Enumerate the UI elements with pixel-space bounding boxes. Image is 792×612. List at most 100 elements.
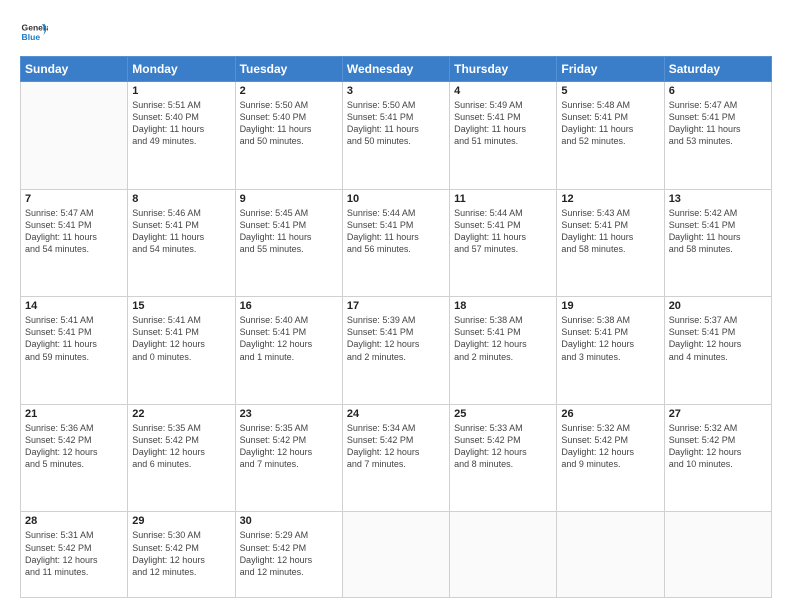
day-info-line: Daylight: 12 hours xyxy=(132,446,230,458)
day-info-line: Sunrise: 5:38 AM xyxy=(454,314,552,326)
calendar-cell: 29 Sunrise: 5:30 AMSunset: 5:42 PMDayligh… xyxy=(128,512,235,598)
calendar-cell: 23Sunrise: 5:35 AMSunset: 5:42 PMDayligh… xyxy=(235,404,342,512)
calendar-cell: 12Sunrise: 5:43 AMSunset: 5:41 PMDayligh… xyxy=(557,189,664,297)
day-info-line: Sunrise: 5:47 AM xyxy=(25,207,123,219)
day-info: Sunrise: 5:42 AMSunset: 5:41 PMDaylight:… xyxy=(669,207,767,256)
day-info-line: and 0 minutes. xyxy=(132,351,230,363)
day-info-line: Daylight: 12 hours xyxy=(347,338,445,350)
day-info-line: Sunset: 5:41 PM xyxy=(25,219,123,231)
day-info-line: Sunset: 5:42 PM xyxy=(347,434,445,446)
col-header-monday: Monday xyxy=(128,57,235,82)
calendar-cell: 14Sunrise: 5:41 AMSunset: 5:41 PMDayligh… xyxy=(21,297,128,405)
calendar-cell: 28Sunrise: 5:31 AMSunset: 5:42 PMDayligh… xyxy=(21,512,128,598)
day-info-line: Sunset: 5:42 PM xyxy=(561,434,659,446)
day-info-line: and 4 minutes. xyxy=(669,351,767,363)
day-info-line: and 54 minutes. xyxy=(132,243,230,255)
day-number: 19 xyxy=(561,300,659,312)
day-info-line: Daylight: 11 hours xyxy=(240,123,338,135)
calendar-cell: 15Sunrise: 5:41 AMSunset: 5:41 PMDayligh… xyxy=(128,297,235,405)
calendar-cell: 13Sunrise: 5:42 AMSunset: 5:41 PMDayligh… xyxy=(664,189,771,297)
day-info-line: Daylight: 12 hours xyxy=(669,446,767,458)
day-number: 10 xyxy=(347,193,445,205)
header: General Blue xyxy=(20,18,772,46)
day-info-line: Sunrise: 5:32 AM xyxy=(669,422,767,434)
calendar-cell: 26Sunrise: 5:32 AMSunset: 5:42 PMDayligh… xyxy=(557,404,664,512)
logo: General Blue xyxy=(20,18,52,46)
day-info-line: and 52 minutes. xyxy=(561,135,659,147)
calendar-cell xyxy=(664,512,771,598)
day-number: 20 xyxy=(669,300,767,312)
day-info: Sunrise: 5:49 AMSunset: 5:41 PMDaylight:… xyxy=(454,99,552,148)
day-number: 24 xyxy=(347,408,445,420)
day-info-line: Sunset: 5:41 PM xyxy=(347,219,445,231)
day-info-line: and 8 minutes. xyxy=(454,458,552,470)
calendar-cell: 1Sunrise: 5:51 AMSunset: 5:40 PMDaylight… xyxy=(128,82,235,190)
day-info-line: Sunrise: 5:43 AM xyxy=(561,207,659,219)
day-info: Sunrise: 5:47 AMSunset: 5:41 PMDaylight:… xyxy=(25,207,123,256)
week-row-4: 21Sunrise: 5:36 AMSunset: 5:42 PMDayligh… xyxy=(21,404,772,512)
day-info-line: Sunrise: 5:34 AM xyxy=(347,422,445,434)
calendar-cell: 3Sunrise: 5:50 AMSunset: 5:41 PMDaylight… xyxy=(342,82,449,190)
calendar-cell xyxy=(557,512,664,598)
calendar-cell: 2Sunrise: 5:50 AMSunset: 5:40 PMDaylight… xyxy=(235,82,342,190)
day-info-line: Daylight: 11 hours xyxy=(454,231,552,243)
day-info: Sunrise: 5:29 AMSunset: 5:42 PMDaylight:… xyxy=(240,529,338,578)
day-info-line: and 50 minutes. xyxy=(347,135,445,147)
day-info: Sunrise: 5:35 AMSunset: 5:42 PMDaylight:… xyxy=(240,422,338,471)
calendar-table: SundayMondayTuesdayWednesdayThursdayFrid… xyxy=(20,56,772,598)
day-info: Sunrise: 5:34 AMSunset: 5:42 PMDaylight:… xyxy=(347,422,445,471)
day-info-line: and 2 minutes. xyxy=(454,351,552,363)
day-info: Sunrise: 5:51 AMSunset: 5:40 PMDaylight:… xyxy=(132,99,230,148)
day-number: 16 xyxy=(240,300,338,312)
day-info: Sunrise: 5:33 AMSunset: 5:42 PMDaylight:… xyxy=(454,422,552,471)
day-info: Sunrise: 5:44 AMSunset: 5:41 PMDaylight:… xyxy=(347,207,445,256)
day-info: Sunrise: 5:48 AMSunset: 5:41 PMDaylight:… xyxy=(561,99,659,148)
day-info: Sunrise: 5:31 AMSunset: 5:42 PMDaylight:… xyxy=(25,529,123,578)
day-info-line: Daylight: 12 hours xyxy=(25,554,123,566)
day-info: Sunrise: 5:36 AMSunset: 5:42 PMDaylight:… xyxy=(25,422,123,471)
calendar-cell: 19Sunrise: 5:38 AMSunset: 5:41 PMDayligh… xyxy=(557,297,664,405)
day-info-line: Sunrise: 5:37 AM xyxy=(669,314,767,326)
day-info-line: Sunrise: 5:44 AM xyxy=(347,207,445,219)
day-info-line: Daylight: 11 hours xyxy=(240,231,338,243)
day-info-line: Sunset: 5:41 PM xyxy=(132,219,230,231)
calendar-cell: 17Sunrise: 5:39 AMSunset: 5:41 PMDayligh… xyxy=(342,297,449,405)
day-number: 29 xyxy=(132,515,230,527)
day-info-line: Sunset: 5:42 PM xyxy=(240,542,338,554)
day-info-line: Daylight: 11 hours xyxy=(669,231,767,243)
day-info-line: Sunrise: 5:41 AM xyxy=(25,314,123,326)
day-number: 22 xyxy=(132,408,230,420)
day-info: Sunrise: 5:47 AMSunset: 5:41 PMDaylight:… xyxy=(669,99,767,148)
day-number: 11 xyxy=(454,193,552,205)
day-info: Sunrise: 5:41 AMSunset: 5:41 PMDaylight:… xyxy=(25,314,123,363)
day-info-line: Sunset: 5:42 PM xyxy=(669,434,767,446)
day-info-line: Sunset: 5:41 PM xyxy=(561,219,659,231)
day-info-line: Sunset: 5:41 PM xyxy=(454,111,552,123)
day-info-line: and 51 minutes. xyxy=(454,135,552,147)
day-info-line: Sunset: 5:42 PM xyxy=(240,434,338,446)
day-info-line: and 2 minutes. xyxy=(347,351,445,363)
day-number: 3 xyxy=(347,85,445,97)
day-info: Sunrise: 5:44 AMSunset: 5:41 PMDaylight:… xyxy=(454,207,552,256)
day-number: 25 xyxy=(454,408,552,420)
day-info-line: and 12 minutes. xyxy=(132,566,230,578)
col-header-friday: Friday xyxy=(557,57,664,82)
day-number: 7 xyxy=(25,193,123,205)
day-info: Sunrise: 5:38 AMSunset: 5:41 PMDaylight:… xyxy=(454,314,552,363)
calendar-cell: 11 Sunrise: 5:44 AMSunset: 5:41 PMDayligh… xyxy=(450,189,557,297)
day-info-line: Daylight: 12 hours xyxy=(454,338,552,350)
day-info-line: Sunset: 5:41 PM xyxy=(561,111,659,123)
day-info-line: Daylight: 11 hours xyxy=(669,123,767,135)
day-info-line: Sunset: 5:42 PM xyxy=(132,542,230,554)
day-info: Sunrise: 5:30 AMSunset: 5:42 PMDaylight:… xyxy=(132,529,230,578)
calendar-cell: 25 Sunrise: 5:33 AMSunset: 5:42 PMDayligh… xyxy=(450,404,557,512)
day-number: 6 xyxy=(669,85,767,97)
day-info-line: Sunrise: 5:41 AM xyxy=(132,314,230,326)
calendar-cell xyxy=(21,82,128,190)
day-info-line: Daylight: 11 hours xyxy=(561,123,659,135)
day-info-line: Sunset: 5:41 PM xyxy=(132,326,230,338)
day-number: 30 xyxy=(240,515,338,527)
day-info-line: Daylight: 11 hours xyxy=(561,231,659,243)
day-info-line: Sunset: 5:41 PM xyxy=(669,219,767,231)
day-info-line: Daylight: 12 hours xyxy=(669,338,767,350)
